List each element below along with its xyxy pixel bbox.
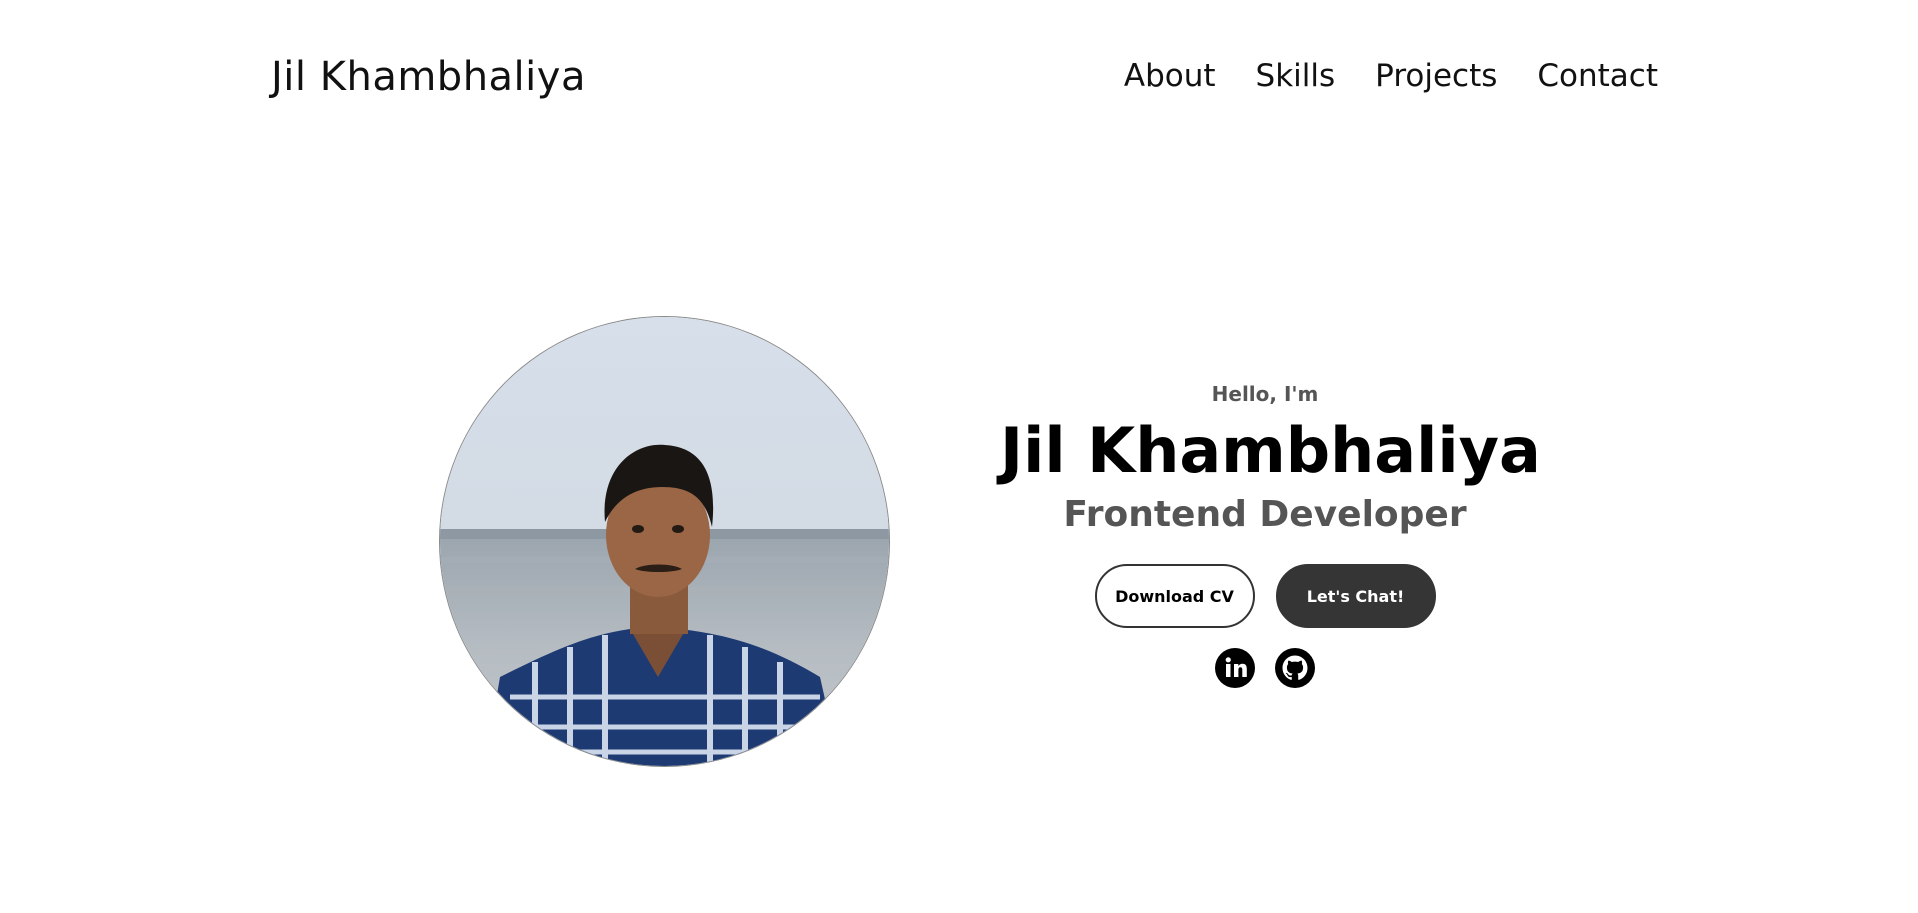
profile-name: Jil Khambhaliya bbox=[1000, 414, 1541, 487]
lets-chat-button[interactable]: Let's Chat! bbox=[1275, 564, 1436, 628]
page: Jil Khambhaliya About Skills Projects Co… bbox=[0, 0, 1918, 913]
linkedin-icon[interactable] bbox=[1215, 648, 1255, 688]
github-icon[interactable] bbox=[1275, 648, 1315, 688]
profile-section: Hello, I'm Jil Khambhaliya Frontend Deve… bbox=[0, 0, 1918, 913]
intro-block: Hello, I'm Jil Khambhaliya Frontend Deve… bbox=[1000, 380, 1541, 688]
profile-title: Frontend Developer bbox=[1063, 494, 1467, 535]
cta-buttons: Download CV Let's Chat! bbox=[1000, 564, 1530, 628]
greeting-text: Hello, I'm bbox=[1211, 382, 1319, 406]
social-links bbox=[1000, 648, 1530, 688]
profile-photo bbox=[440, 317, 889, 766]
download-cv-button[interactable]: Download CV bbox=[1094, 564, 1255, 628]
